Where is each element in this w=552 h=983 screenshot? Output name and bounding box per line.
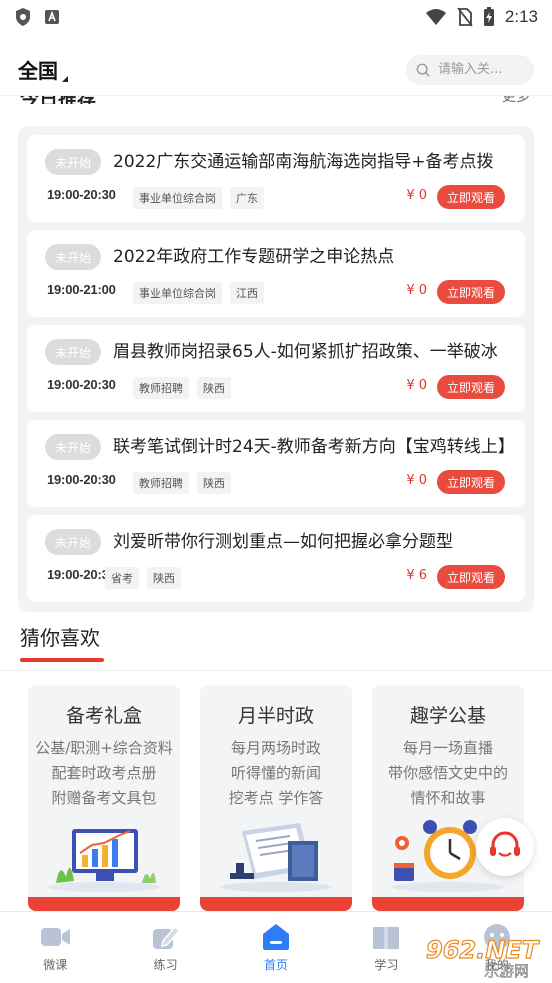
card-line: 带你感悟文史中的 (387, 764, 508, 782)
monitor-chart-illustration (48, 829, 160, 892)
watermark-logo: 962.NET 乐游网 (425, 935, 540, 980)
pencil-icon (152, 925, 180, 949)
course-list: 未开始 2022广东交通运输部南海航海选岗指导+备考点拨 19:00-20:30… (18, 126, 534, 612)
top-header: 全国 (0, 44, 552, 96)
card-title: 趣学公基 (409, 705, 486, 727)
watch-now-button[interactable]: 立即观看 (437, 375, 505, 399)
course-item[interactable]: 未开始 刘爱昕带你行测划重点—如何把握必拿分题型 19:00-20:30 省考 … (27, 515, 525, 602)
course-item[interactable]: 未开始 2022年政府工作专题研学之申论热点 19:00-21:00 事业单位综… (27, 230, 525, 317)
svg-text:962.NET: 962.NET (426, 936, 540, 964)
nav-item-home[interactable]: 首页 (221, 912, 331, 983)
course-price: ¥ 6 (406, 568, 427, 583)
card-title: 月半时政 (237, 705, 314, 727)
course-tag: 广东 (230, 187, 264, 209)
watch-now-button[interactable]: 立即观看 (437, 185, 505, 209)
card-action-bar[interactable] (28, 897, 180, 911)
nav-item-practice[interactable]: 练习 (110, 912, 220, 983)
course-price: ¥ 0 (406, 283, 427, 298)
caret-down-icon (62, 76, 68, 82)
status-bar: 2:13 (0, 0, 552, 34)
wifi-icon (425, 9, 446, 25)
course-time: 19:00-20:30 (47, 472, 116, 487)
card-action-bar[interactable] (200, 897, 352, 911)
nav-label: 首页 (263, 958, 288, 972)
course-tag: 陕西 (147, 567, 181, 589)
course-title[interactable]: 刘爱昕带你行测划重点—如何把握必拿分题型 (113, 529, 525, 555)
region-label: 全国 (18, 59, 58, 83)
course-title[interactable]: 眉县教师岗招录65人-如何紧抓扩招政策、一举破冰 (113, 339, 525, 365)
course-title[interactable]: 2022广东交通运输部南海航海选岗指导+备考点拨 (113, 149, 525, 175)
recommend-card[interactable]: 备考礼盒 公基/职测+综合资料 配套时政考点册 附赠备考文具包 (28, 685, 180, 911)
status-badge: 未开始 (45, 244, 101, 270)
card-line: 配套时政考点册 (51, 764, 157, 782)
guess-section-title: 猜你喜欢 (20, 626, 100, 650)
course-time: 19:00-20:30 (47, 187, 116, 202)
recommend-cards: 备考礼盒 公基/职测+综合资料 配套时政考点册 附赠备考文具包 月半时政 每月两… (28, 685, 552, 911)
search-icon (416, 63, 430, 77)
course-tag: 江西 (230, 282, 264, 304)
divider (0, 670, 552, 671)
headset-icon (490, 831, 520, 857)
card-action-bar[interactable] (372, 897, 524, 911)
nav-item-microclass[interactable]: 微课 (0, 912, 110, 983)
card-line: 附赠备考文具包 (51, 789, 157, 807)
course-price: ¥ 0 (406, 473, 427, 488)
watch-now-button[interactable]: 立即观看 (437, 470, 505, 494)
status-badge: 未开始 (45, 529, 101, 555)
course-item[interactable]: 未开始 2022广东交通运输部南海航海选岗指导+备考点拨 19:00-20:30… (27, 135, 525, 222)
card-line: 公基/职测+综合资料 (35, 739, 173, 757)
course-title[interactable]: 联考笔试倒计时24天-教师备考新方向【宝鸡转线上】 (113, 434, 525, 460)
course-title[interactable]: 2022年政府工作专题研学之申论热点 (113, 244, 525, 270)
search-box[interactable] (406, 54, 534, 85)
book-icon (373, 927, 400, 949)
card-line: 挖考点 学作答 (228, 789, 324, 807)
battery-charging-icon (483, 7, 494, 26)
customer-service-button[interactable] (476, 818, 534, 876)
status-badge: 未开始 (45, 339, 101, 365)
watch-now-button[interactable]: 立即观看 (437, 565, 505, 589)
course-tag: 教师招聘 (133, 377, 189, 399)
nav-label: 学习 (374, 958, 399, 972)
course-price: ¥ 0 (406, 378, 427, 393)
video-camera-icon (41, 928, 71, 946)
app-a-icon (45, 10, 59, 24)
status-badge: 未开始 (45, 149, 101, 175)
no-sim-icon (457, 7, 473, 27)
course-item[interactable]: 未开始 联考笔试倒计时24天-教师备考新方向【宝鸡转线上】 19:00-20:3… (27, 420, 525, 507)
card-line: 情怀和故事 (410, 789, 486, 807)
course-price: ¥ 0 (406, 188, 427, 203)
home-icon (262, 924, 289, 950)
course-tag: 事业单位综合岗 (133, 187, 222, 209)
card-line: 每月一场直播 (402, 739, 493, 757)
news-books-illustration (220, 823, 332, 892)
status-time: 2:13 (504, 7, 538, 26)
course-time: 19:00-20:30 (47, 377, 116, 392)
course-time: 19:00-21:00 (47, 282, 116, 297)
card-line: 每月两场时政 (230, 739, 321, 757)
search-input[interactable] (438, 62, 524, 77)
course-tag: 教师招聘 (133, 472, 189, 494)
title-underline (20, 658, 104, 662)
course-tag: 陕西 (197, 472, 231, 494)
nav-label: 微课 (43, 958, 68, 972)
status-badge: 未开始 (45, 434, 101, 460)
nav-label: 练习 (153, 958, 178, 972)
shield-icon (16, 8, 30, 26)
recommend-card[interactable]: 趣学公基 每月一场直播 带你感悟文史中的 情怀和故事 (372, 685, 524, 911)
svg-text:乐游网: 乐游网 (484, 962, 529, 980)
course-tag: 省考 (105, 567, 139, 589)
region-selector[interactable]: 全国 (18, 55, 68, 84)
recommend-card[interactable]: 月半时政 每月两场时政 听得懂的新闻 挖考点 学作答 (200, 685, 352, 911)
watch-now-button[interactable]: 立即观看 (437, 280, 505, 304)
card-title: 备考礼盒 (65, 705, 142, 727)
course-tag: 陕西 (197, 377, 231, 399)
course-item[interactable]: 未开始 眉县教师岗招录65人-如何紧抓扩招政策、一举破冰 19:00-20:30… (27, 325, 525, 412)
course-tag: 事业单位综合岗 (133, 282, 222, 304)
card-line: 听得懂的新闻 (230, 764, 321, 782)
